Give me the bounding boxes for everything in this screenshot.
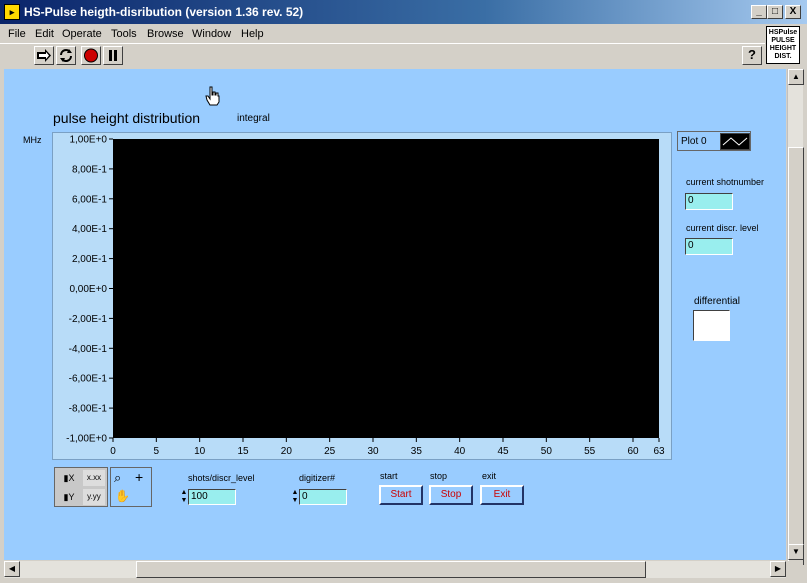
x-format-icon[interactable]: x.xx (83, 470, 105, 486)
x-tick-label: 60 (627, 446, 639, 457)
x-tick-label: 55 (584, 446, 596, 457)
y-tick-label: 8,00E-1 (72, 164, 107, 175)
discr-level-indicator: 0 (685, 238, 733, 255)
graph-scale-palette: ▮X x.xx ▮Y y.yy (54, 467, 108, 507)
y-format-icon[interactable]: y.yy (83, 489, 105, 505)
start-button[interactable]: Start (379, 485, 423, 505)
shots-label: shots/discr_level (188, 473, 255, 483)
digitizer-label: digitizer# (299, 473, 336, 483)
zoom-icon[interactable]: ⌕ (114, 470, 121, 486)
x-tick-label: 5 (154, 446, 160, 457)
x-tick-label: 0 (110, 446, 116, 457)
differential-label: differential (694, 296, 740, 307)
x-tick-label: 63 (653, 446, 665, 457)
legend-label: Plot 0 (681, 136, 707, 147)
y-tick-label: -4,00E-1 (69, 344, 108, 355)
start-label: start (380, 471, 398, 481)
graph-cursor-palette: ⌕ + ✋ (110, 467, 152, 507)
shotnumber-indicator: 0 (685, 193, 733, 210)
x-tick-label: 20 (281, 446, 293, 457)
y-tick-label: -8,00E-1 (69, 404, 108, 415)
exit-label: exit (482, 471, 497, 481)
crosshair-icon[interactable]: + (135, 469, 143, 485)
stop-button[interactable]: Stop (429, 485, 473, 505)
shots-stepper[interactable]: ▲ ▼ (180, 489, 188, 505)
y-tick-label: -2,00E-1 (69, 314, 108, 325)
digitizer-input[interactable]: 0 (299, 489, 347, 505)
pan-hand-icon[interactable]: ✋ (115, 489, 130, 503)
y-tick-label: 0,00E+0 (69, 284, 107, 295)
differential-toggle[interactable] (693, 310, 730, 341)
x-tick-label: 15 (237, 446, 249, 457)
x-autoscale-icon[interactable]: ▮X (57, 470, 81, 486)
y-tick-label: 4,00E-1 (72, 224, 107, 235)
digitizer-stepper[interactable]: ▲ ▼ (291, 489, 299, 505)
x-tick-label: 30 (367, 446, 379, 457)
x-tick-label: 40 (454, 446, 466, 457)
x-tick-label: 45 (497, 446, 509, 457)
y-autoscale-icon[interactable]: ▮Y (57, 489, 81, 505)
x-tick-label: 25 (324, 446, 336, 457)
y-tick-label: -6,00E-1 (69, 374, 108, 385)
discr-level-label: current discr. level (686, 223, 759, 233)
y-tick-label: 2,00E-1 (72, 254, 107, 265)
shots-input[interactable]: 100 (188, 489, 236, 505)
x-tick-label: 35 (411, 446, 423, 457)
exit-button[interactable]: Exit (480, 485, 524, 505)
y-tick-label: -1,00E+0 (66, 434, 107, 445)
x-tick-label: 10 (194, 446, 206, 457)
y-tick-label: 6,00E-1 (72, 194, 107, 205)
plot-legend[interactable]: Plot 0 (677, 131, 751, 151)
stop-label: stop (430, 471, 448, 481)
shotnumber-label: current shotnumber (686, 177, 765, 187)
y-tick-label: 1,00E+0 (69, 135, 107, 146)
legend-line-icon (720, 133, 750, 150)
x-tick-label: 50 (541, 446, 553, 457)
